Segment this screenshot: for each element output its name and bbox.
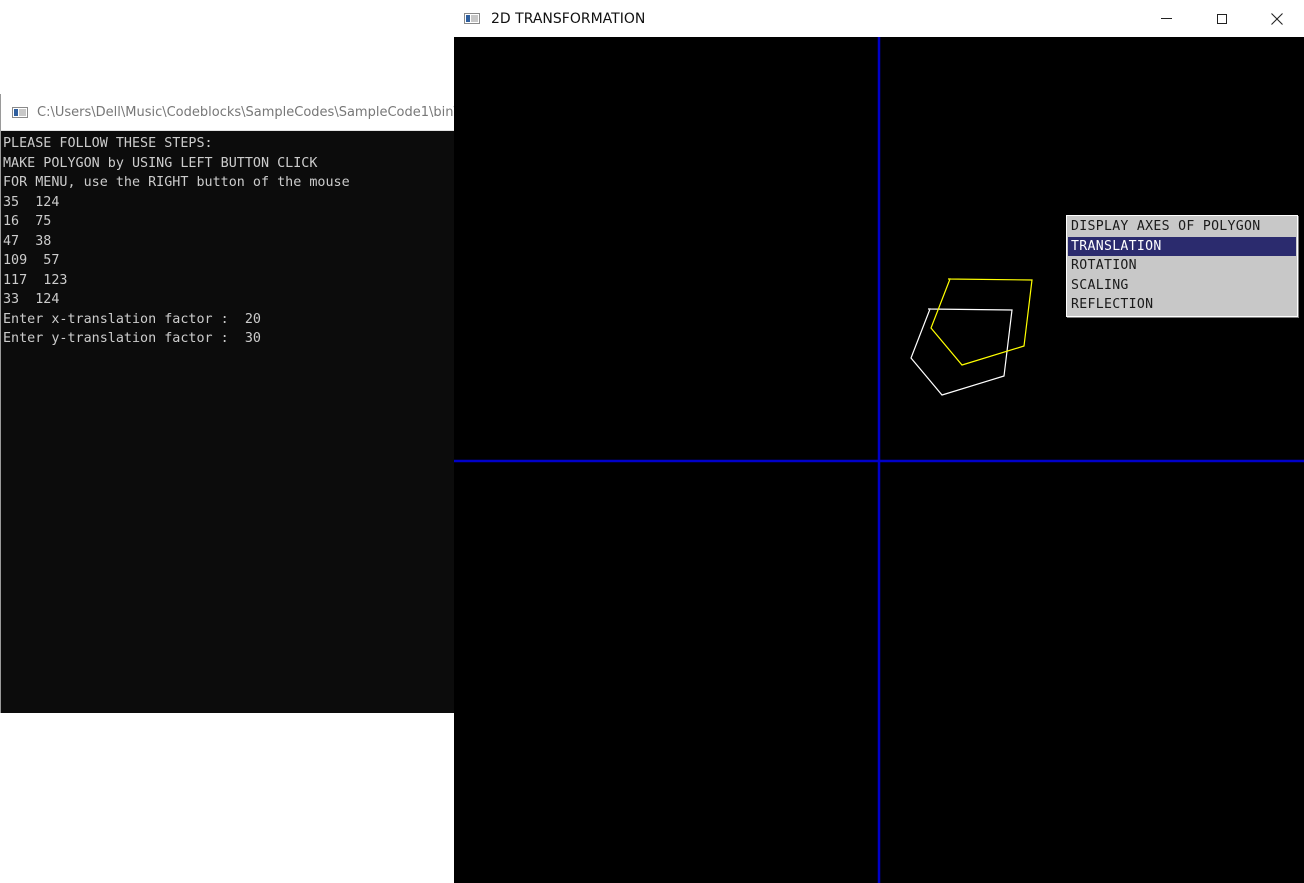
transformation-window[interactable]: 2D TRANSFORMATION	[454, 0, 1304, 883]
console-title-bar[interactable]: C:\Users\Dell\Music\Codeblocks\SampleCod…	[1, 94, 455, 131]
console-line: 33 124	[3, 292, 60, 307]
menu-item-reflection[interactable]: REFLECTION	[1068, 295, 1296, 315]
context-menu[interactable]: DISPLAY AXES OF POLYGON TRANSLATION ROTA…	[1066, 215, 1298, 317]
console-line: MAKE POLYGON by USING LEFT BUTTON CLICK	[3, 155, 318, 171]
maximize-button[interactable]	[1199, 0, 1245, 37]
console-title: C:\Users\Dell\Music\Codeblocks\SampleCod…	[37, 104, 455, 120]
minimize-button[interactable]	[1143, 0, 1189, 37]
console-line: Enter y-translation factor : 30	[3, 331, 261, 346]
console-line: 35 124	[3, 194, 60, 210]
console-line: 117 123	[3, 272, 68, 288]
console-app-icon	[12, 106, 28, 118]
console-window[interactable]: C:\Users\Dell\Music\Codeblocks\SampleCod…	[0, 94, 455, 713]
minimize-icon	[1160, 18, 1172, 19]
window-title-bar[interactable]: 2D TRANSFORMATION	[454, 0, 1304, 37]
console-line: 109 57	[3, 253, 60, 268]
drawing-canvas[interactable]	[454, 37, 1304, 883]
console-line: 16 75	[3, 214, 52, 229]
console-line: Enter x-translation factor : 20	[3, 311, 261, 327]
console-line: PLEASE FOLLOW THESE STEPS:	[3, 136, 213, 151]
console-line: FOR MENU, use the RIGHT button of the mo…	[3, 175, 350, 190]
maximize-icon	[1217, 13, 1227, 24]
menu-item-display-axes[interactable]: DISPLAY AXES OF POLYGON	[1068, 217, 1296, 237]
menu-item-rotation[interactable]: ROTATION	[1068, 256, 1296, 276]
menu-item-translation[interactable]: TRANSLATION	[1068, 236, 1296, 257]
console-output: PLEASE FOLLOW THESE STEPS: MAKE POLYGON …	[1, 131, 455, 349]
window-title: 2D TRANSFORMATION	[491, 10, 646, 27]
original-polygon	[910, 308, 1013, 396]
translated-polygon	[930, 278, 1033, 366]
console-line: 47 38	[3, 233, 52, 249]
menu-item-scaling[interactable]: SCALING	[1068, 276, 1296, 296]
close-button[interactable]	[1254, 0, 1300, 37]
app-window-icon	[464, 13, 480, 24]
close-icon	[1271, 12, 1283, 25]
